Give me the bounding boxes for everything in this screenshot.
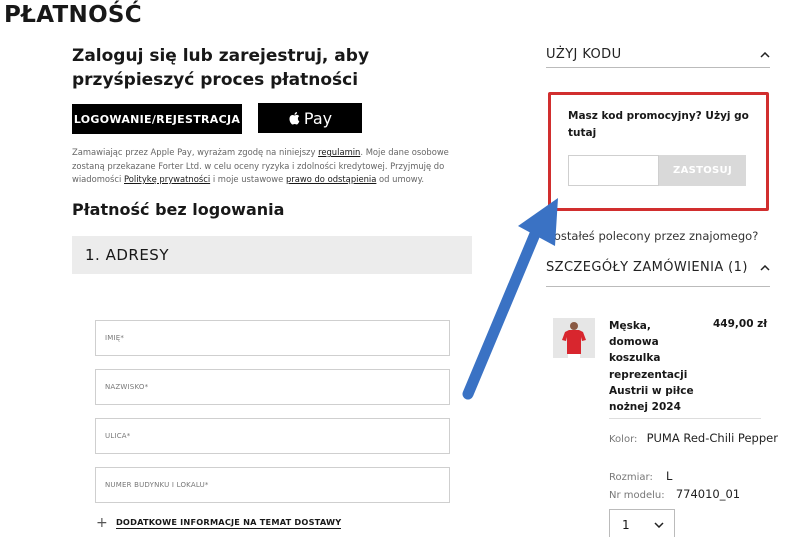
extra-delivery-info-toggle[interactable]: + DODATKOWE INFORMACJE NA TEMAT DOSTAWY bbox=[96, 515, 342, 531]
street-field[interactable]: ULICA* bbox=[95, 418, 450, 454]
promo-code-input[interactable] bbox=[568, 155, 659, 186]
extra-delivery-info-label: DODATKOWE INFORMACJE NA TEMAT DOSTAWY bbox=[115, 517, 342, 529]
quantity-value: 1 bbox=[622, 518, 630, 532]
size-label: Rozmiar: bbox=[609, 472, 653, 483]
building-number-field[interactable]: NUMER BUDYNKU I LOKALU* bbox=[95, 467, 450, 503]
apple-pay-legal-note: Zamawiając przez Apple Pay, wyrażam zgod… bbox=[72, 146, 462, 187]
chevron-up-icon bbox=[760, 51, 770, 58]
withdrawal-right-link[interactable]: prawo do odstąpienia bbox=[286, 174, 376, 184]
terms-link[interactable]: regulamin bbox=[318, 147, 360, 157]
addresses-section-header[interactable]: 1. ADRESY bbox=[72, 236, 472, 274]
legal-text-4: od umowy. bbox=[376, 174, 425, 184]
last-name-field[interactable]: NAZWISKO* bbox=[95, 369, 450, 405]
apple-icon bbox=[289, 112, 300, 125]
product-price: 449,00 zł bbox=[713, 318, 768, 330]
guest-checkout-heading: Płatność bez logowania bbox=[72, 200, 285, 219]
order-details-title: SZCZEGÓŁY ZAMÓWIENIA (1) bbox=[546, 260, 748, 275]
login-register-button[interactable]: LOGOWANIE/REJESTRACJA bbox=[72, 104, 242, 134]
apply-promo-button[interactable]: ZASTOSUJ bbox=[659, 155, 746, 186]
model-row: Nr modelu: 774010_01 bbox=[609, 487, 740, 501]
size-row: Rozmiar: L bbox=[609, 469, 672, 483]
product-thumbnail[interactable] bbox=[553, 318, 595, 358]
legal-text-1: Zamawiając przez Apple Pay, wyrażam zgod… bbox=[72, 147, 319, 157]
privacy-policy-link[interactable]: Politykę prywatności bbox=[124, 174, 210, 184]
order-details-header[interactable]: SZCZEGÓŁY ZAMÓWIENIA (1) bbox=[546, 260, 770, 275]
promo-question: Masz kod promocyjny? Użyj go tutaj bbox=[568, 110, 749, 139]
color-label: Kolor: bbox=[609, 434, 638, 445]
chevron-down-icon bbox=[654, 522, 664, 528]
size-value: L bbox=[666, 469, 673, 483]
model-value: 774010_01 bbox=[675, 487, 741, 501]
product-divider bbox=[609, 418, 761, 419]
color-value: PUMA Red-Chili Pepper bbox=[646, 431, 778, 445]
login-prompt: Zaloguj się lub zarejestruj, aby przyśpi… bbox=[72, 46, 370, 90]
promo-divider bbox=[546, 67, 770, 68]
promo-code-header[interactable]: UŻYJ KODU bbox=[546, 47, 770, 62]
model-label: Nr modelu: bbox=[609, 490, 665, 501]
referral-link[interactable]: Zostałeś polecony przez znajomego? bbox=[546, 229, 758, 243]
first-name-field[interactable]: IMIĘ* bbox=[95, 320, 450, 356]
legal-text-3: i moje ustawowe bbox=[210, 174, 286, 184]
chevron-up-icon bbox=[760, 264, 770, 271]
apple-pay-label: Pay bbox=[303, 108, 333, 128]
plus-icon: + bbox=[96, 515, 108, 531]
quantity-select[interactable]: 1 bbox=[609, 509, 675, 537]
product-name[interactable]: Męska, domowa koszulka reprezentacji Aus… bbox=[609, 318, 699, 415]
promo-code-title: UŻYJ KODU bbox=[546, 47, 622, 62]
page-title: PŁATNOŚĆ bbox=[4, 2, 142, 28]
order-divider bbox=[546, 286, 770, 287]
color-row: Kolor: PUMA Red-Chili Pepper bbox=[609, 431, 778, 445]
apple-pay-button[interactable]: Pay bbox=[258, 103, 362, 133]
jersey-image bbox=[553, 318, 595, 358]
